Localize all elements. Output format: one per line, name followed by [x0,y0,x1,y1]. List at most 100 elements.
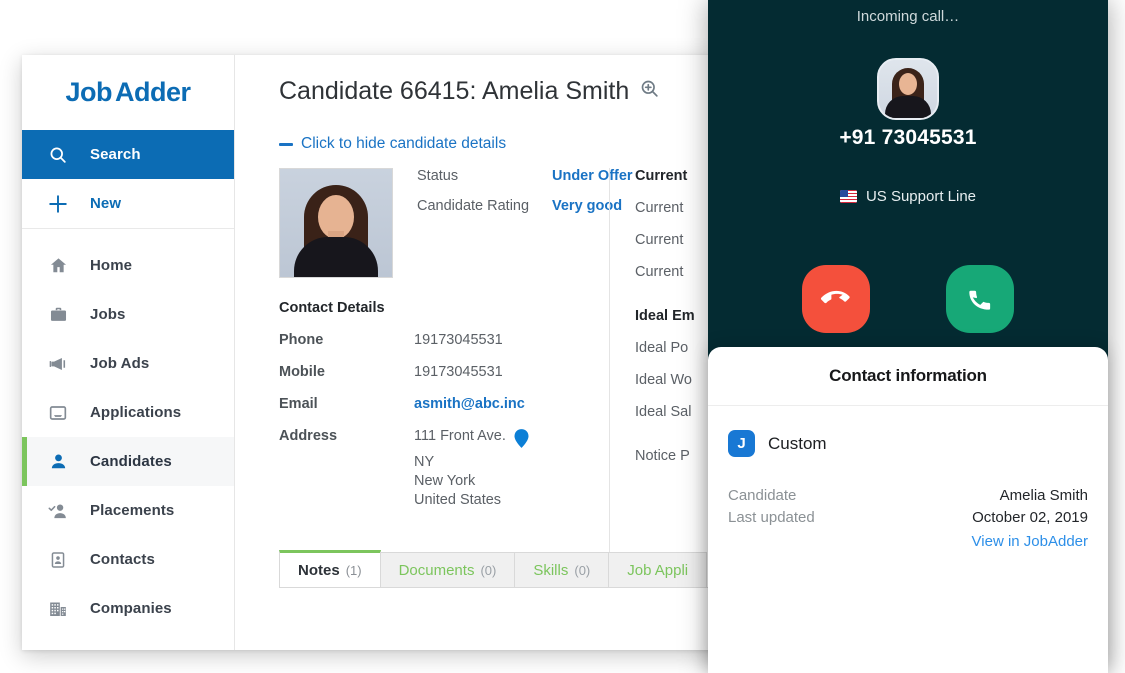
tab-documents[interactable]: Documents (0) [379,552,516,587]
candidate-summary: Status Under Offer Candidate Rating Very… [417,168,657,228]
home-icon [46,254,70,278]
sidebar-item-contacts-label: Contacts [90,551,155,568]
summary-rating-value[interactable]: Very good [552,198,622,214]
sidebar-item-jobs[interactable]: Jobs [22,290,234,339]
sidebar-item-new-label: New [90,195,122,212]
contact-row-address: Address 111 Front Ave. NY New York Unite… [279,428,609,511]
summary-rating-label: Candidate Rating [417,198,530,214]
phone-hangup-icon [820,290,850,304]
call-action-buttons [708,265,1108,333]
tab-documents-count: (0) [480,562,497,578]
page-title: Candidate 66415: Amelia Smith [279,77,660,106]
contact-information-body: J Custom Candidate Amelia Smith Last upd… [708,406,1108,551]
sidebar-item-applications-label: Applications [90,404,182,421]
contact-row-email: Email asmith@abc.inc [279,396,609,412]
candidate-value: Amelia Smith [999,487,1088,504]
address-value: 111 Front Ave. NY New York United States [414,428,529,511]
call-line-name: US Support Line [865,188,977,205]
phone-label: Phone [279,332,324,348]
sidebar-item-placements[interactable]: Placements [22,486,234,535]
toggle-candidate-details-label: Click to hide candidate details [301,135,507,152]
sidebar-item-new[interactable]: New [22,179,234,228]
contact-details-block: Contact Details Phone 19173045531 Mobile… [279,300,609,527]
sidebar-item-job-ads-label: Job Ads [90,355,150,372]
address-label: Address [279,428,338,444]
zoom-in-icon[interactable] [639,77,660,106]
minus-icon [279,142,293,146]
tab-skills[interactable]: Skills (0) [514,552,610,587]
contact-details-heading: Contact Details [279,300,385,316]
column-divider [609,168,610,561]
sidebar-item-search[interactable]: Search [22,130,234,179]
person-check-icon [46,499,70,523]
view-in-jobadder-link[interactable]: View in JobAdder [972,533,1088,550]
tab-notes-label: Notes [298,561,340,579]
caller-number: +91 73045531 [839,126,977,149]
mobile-value[interactable]: 19173045531 [414,364,503,380]
us-flag-icon [839,190,857,203]
integration-source-name: Custom [768,433,827,453]
decline-call-button[interactable] [802,265,870,333]
sidebar-item-contacts[interactable]: Contacts [22,535,234,584]
contact-information-header: Contact information [708,347,1108,406]
phone-value[interactable]: 19173045531 [414,332,503,348]
candidate-photo-wrapper [279,168,393,278]
tab-job-applications[interactable]: Job Appli [608,552,708,587]
person-icon [46,450,70,474]
summary-row-rating: Candidate Rating Very good [417,198,657,214]
contact-info-row-candidate: Candidate Amelia Smith [728,487,1088,504]
contact-information-title: Contact information [829,366,987,385]
contact-row-phone: Phone 19173045531 [279,332,609,348]
address-line-3: New York [414,473,476,489]
integration-source: J Custom [728,430,1088,457]
briefcase-icon [46,303,70,327]
page-title-text: Candidate 66415: Amelia Smith [279,77,630,105]
sidebar-primary-actions: Search New [22,130,234,229]
map-pin-icon[interactable] [514,429,529,452]
address-line-4: United States [414,492,502,508]
tab-notes[interactable]: Notes (1) [279,550,381,587]
plus-icon [46,192,70,216]
view-in-jobadder-row: View in JobAdder [728,533,1088,551]
summary-status-label: Status [417,168,459,184]
address-line-1: 111 Front Ave. [414,428,506,444]
accept-call-button[interactable] [946,265,1014,333]
sidebar-item-placements-label: Placements [90,502,175,519]
contact-information-card: Contact information J Custom Candidate A… [708,347,1108,673]
tab-skills-count: (0) [574,562,591,578]
megaphone-icon [46,352,70,376]
sidebar-nav: Home Jobs Job Ads Applications Candidate… [22,229,234,633]
sidebar-item-companies[interactable]: Companies [22,584,234,633]
contact-card-icon [46,548,70,572]
sidebar-item-companies-label: Companies [90,600,172,617]
last-updated-value: October 02, 2019 [972,509,1088,526]
screen: Job Adder Search New Home Jobs Job Ads A… [0,0,1125,673]
tab-notes-count: (1) [345,562,362,578]
sidebar-item-search-label: Search [90,146,141,163]
last-updated-label: Last updated [728,509,815,526]
logo-text-job: Job [65,77,112,107]
sidebar-item-applications[interactable]: Applications [22,388,234,437]
summary-status-value[interactable]: Under Offer [552,168,633,184]
summary-row-status: Status Under Offer [417,168,657,184]
call-status-text: Incoming call… [856,8,960,25]
sidebar-item-job-ads[interactable]: Job Ads [22,339,234,388]
email-value[interactable]: asmith@abc.inc [414,396,525,412]
inbox-icon [46,401,70,425]
sidebar-item-home[interactable]: Home [22,241,234,290]
sidebar-item-candidates[interactable]: Candidates [22,437,234,486]
sidebar-item-jobs-label: Jobs [90,306,126,323]
candidate-photo [279,168,393,278]
tab-documents-label: Documents [398,561,475,579]
address-line-2: NY [414,454,435,470]
jobadder-badge-icon: J [728,430,755,457]
toggle-candidate-details[interactable]: Click to hide candidate details [279,135,506,153]
contact-info-row-last-updated: Last updated October 02, 2019 [728,509,1088,526]
app-logo: Job Adder [22,55,234,130]
call-line-info: US Support Line [708,188,1108,205]
logo-text-adder: Adder [115,77,191,107]
contact-row-mobile: Mobile 19173045531 [279,364,609,380]
tab-skills-label: Skills [533,561,569,579]
sidebar-item-home-label: Home [90,257,133,274]
mobile-label: Mobile [279,364,325,380]
